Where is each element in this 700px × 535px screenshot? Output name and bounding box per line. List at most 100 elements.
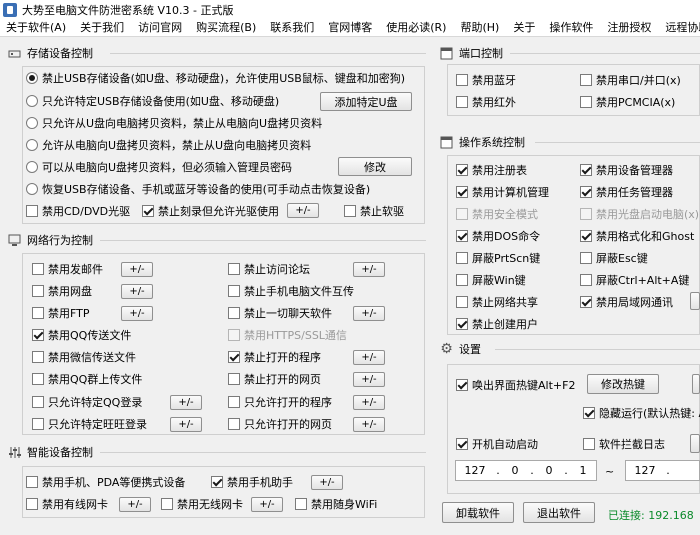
checkbox[interactable] bbox=[580, 274, 592, 286]
checkbox[interactable] bbox=[228, 285, 240, 297]
menu-operate[interactable]: 操作软件 bbox=[543, 19, 599, 37]
radio-button[interactable] bbox=[26, 72, 38, 84]
net-right-3[interactable]: 禁止一切聊天软件 bbox=[228, 305, 332, 321]
ip-end-input[interactable]: 127 . bbox=[625, 460, 700, 481]
net-left-6[interactable]: 禁用QQ群上传文件 bbox=[32, 371, 142, 387]
checkbox[interactable] bbox=[211, 476, 223, 488]
checkbox[interactable] bbox=[32, 418, 44, 430]
pcmcia-option[interactable]: 禁用PCMCIA(x) bbox=[580, 94, 675, 110]
checkbox[interactable] bbox=[228, 307, 240, 319]
radio-button[interactable] bbox=[26, 117, 38, 129]
os-item-ctrl-alt-a[interactable]: 屏蔽Ctrl+Alt+A键 bbox=[580, 272, 689, 288]
hidden-run-option[interactable]: 隐藏运行(默认热键: Al bbox=[583, 405, 700, 421]
bluetooth-option[interactable]: 禁用蓝牙 bbox=[456, 72, 516, 88]
checkbox[interactable] bbox=[583, 438, 595, 450]
checkbox[interactable] bbox=[456, 96, 468, 108]
net-right-5[interactable]: 禁止打开的程序 bbox=[228, 349, 321, 365]
menu-purchase[interactable]: 购买流程(B) bbox=[190, 19, 262, 37]
wired-plus-minus-button[interactable]: +/- bbox=[119, 497, 151, 512]
radio-button[interactable] bbox=[26, 161, 38, 173]
radio-button[interactable] bbox=[26, 95, 38, 107]
storage-option-5[interactable]: 可以从电脑向U盘拷贝资料，但必须输入管理员密码 bbox=[26, 159, 292, 175]
checkbox[interactable] bbox=[580, 296, 592, 308]
storage-option-1[interactable]: 禁止USB存储设备(如U盘、移动硬盘)，允许使用USB鼠标、键盘和加密狗) bbox=[26, 70, 405, 86]
checkbox[interactable] bbox=[32, 263, 44, 275]
checkbox[interactable] bbox=[32, 285, 44, 297]
checkbox[interactable] bbox=[456, 318, 468, 330]
log-side-button[interactable] bbox=[690, 434, 700, 453]
os-item-computer-management[interactable]: 禁用计算机管理 bbox=[456, 184, 549, 200]
os-item-device-manager[interactable]: 禁用设备管理器 bbox=[580, 162, 673, 178]
add-usb-button[interactable]: 添加特定U盘 bbox=[320, 92, 412, 111]
radio-button[interactable] bbox=[26, 183, 38, 195]
modify-hotkey-button[interactable]: 修改热键 bbox=[587, 374, 659, 394]
burn-plus-minus-button[interactable]: +/- bbox=[287, 203, 319, 218]
cd-dvd-option[interactable]: 禁用CD/DVD光驱 bbox=[26, 203, 130, 219]
checkbox[interactable] bbox=[456, 274, 468, 286]
checkbox[interactable] bbox=[580, 164, 592, 176]
autostart-option[interactable]: 开机自动启动 bbox=[456, 436, 538, 452]
net-left-4[interactable]: 禁用QQ传送文件 bbox=[32, 327, 131, 343]
checkbox[interactable] bbox=[228, 396, 240, 408]
serial-port-option[interactable]: 禁用串口/并口(x) bbox=[580, 72, 681, 88]
wangwang-plus-minus-button[interactable]: +/- bbox=[170, 417, 202, 432]
menu-about-us[interactable]: 关于我们 bbox=[74, 19, 130, 37]
os-item-registry[interactable]: 禁用注册表 bbox=[456, 162, 527, 178]
checkbox[interactable] bbox=[228, 263, 240, 275]
assistant-plus-minus-button[interactable]: +/- bbox=[311, 475, 343, 490]
net-left-5[interactable]: 禁用微信传送文件 bbox=[32, 349, 136, 365]
ip-start-input[interactable]: 127 . 0 . 0 . 1 bbox=[455, 460, 597, 481]
os-item-prtscn[interactable]: 屏蔽PrtScn键 bbox=[456, 250, 540, 266]
checkbox[interactable] bbox=[295, 498, 307, 510]
menu-about-software[interactable]: 关于软件(A) bbox=[0, 19, 72, 37]
net-left-8[interactable]: 只允许特定旺旺登录 bbox=[32, 416, 147, 432]
os-item-esc[interactable]: 屏蔽Esc键 bbox=[580, 250, 648, 266]
checkbox[interactable] bbox=[228, 418, 240, 430]
wireless-nic-option[interactable]: 禁用无线网卡 bbox=[161, 496, 243, 512]
os-item-task-manager[interactable]: 禁用任务管理器 bbox=[580, 184, 673, 200]
menu-contact[interactable]: 联系我们 bbox=[264, 19, 320, 37]
checkbox[interactable] bbox=[26, 205, 38, 217]
checkbox[interactable] bbox=[142, 205, 154, 217]
checkbox[interactable] bbox=[583, 407, 595, 419]
intercept-log-option[interactable]: 软件拦截日志 bbox=[583, 436, 665, 452]
storage-option-4[interactable]: 允许从电脑向U盘拷贝资料，禁止从U盘向电脑拷贝资料 bbox=[26, 137, 311, 153]
chat-plus-minus-button[interactable]: +/- bbox=[353, 306, 385, 321]
allow-web-plus-minus-button[interactable]: +/- bbox=[353, 417, 385, 432]
wireless-plus-minus-button[interactable]: +/- bbox=[251, 497, 283, 512]
net-right-7[interactable]: 只允许打开的程序 bbox=[228, 394, 332, 410]
checkbox[interactable] bbox=[456, 74, 468, 86]
os-item-dos[interactable]: 禁用DOS命令 bbox=[456, 228, 540, 244]
checkbox[interactable] bbox=[161, 498, 173, 510]
menu-must-read[interactable]: 使用必读(R) bbox=[380, 19, 452, 37]
menu-help[interactable]: 帮助(H) bbox=[454, 19, 505, 37]
lan-plus-minus-button[interactable] bbox=[690, 292, 700, 310]
checkbox[interactable] bbox=[344, 205, 356, 217]
net-left-3[interactable]: 禁用FTP bbox=[32, 305, 90, 321]
radio-button[interactable] bbox=[26, 139, 38, 151]
os-item-win-key[interactable]: 屏蔽Win键 bbox=[456, 272, 526, 288]
checkbox[interactable] bbox=[456, 164, 468, 176]
checkbox[interactable] bbox=[456, 186, 468, 198]
net-right-6[interactable]: 禁止打开的网页 bbox=[228, 371, 321, 387]
allow-program-plus-minus-button[interactable]: +/- bbox=[353, 395, 385, 410]
checkbox[interactable] bbox=[580, 96, 592, 108]
phone-assistant-option[interactable]: 禁用手机助手 bbox=[211, 474, 293, 490]
floppy-option[interactable]: 禁止软驱 bbox=[344, 203, 404, 219]
checkbox[interactable] bbox=[580, 252, 592, 264]
exit-button[interactable]: 退出软件 bbox=[523, 502, 595, 523]
checkbox[interactable] bbox=[32, 329, 44, 341]
checkbox[interactable] bbox=[580, 230, 592, 242]
storage-option-2[interactable]: 只允许特定USB存储设备使用(如U盘、移动硬盘) bbox=[26, 93, 279, 109]
net-right-2[interactable]: 禁止手机电脑文件互传 bbox=[228, 283, 354, 299]
net-right-8[interactable]: 只允许打开的网页 bbox=[228, 416, 332, 432]
burn-option[interactable]: 禁止刻录但允许光驱使用 bbox=[142, 203, 279, 219]
uninstall-button[interactable]: 卸载软件 bbox=[442, 502, 514, 523]
os-item-format-ghost[interactable]: 禁用格式化和Ghost bbox=[580, 228, 694, 244]
net-right-1[interactable]: 禁止访问论坛 bbox=[228, 261, 310, 277]
checkbox[interactable] bbox=[26, 476, 38, 488]
checkbox[interactable] bbox=[228, 373, 240, 385]
storage-option-3[interactable]: 只允许从U盘向电脑拷贝资料，禁止从电脑向U盘拷贝资料 bbox=[26, 115, 322, 131]
ftp-plus-minus-button[interactable]: +/- bbox=[121, 306, 153, 321]
storage-option-6[interactable]: 恢复USB存储设备、手机或蓝牙等设备的使用(可手动点击恢复设备) bbox=[26, 181, 370, 197]
